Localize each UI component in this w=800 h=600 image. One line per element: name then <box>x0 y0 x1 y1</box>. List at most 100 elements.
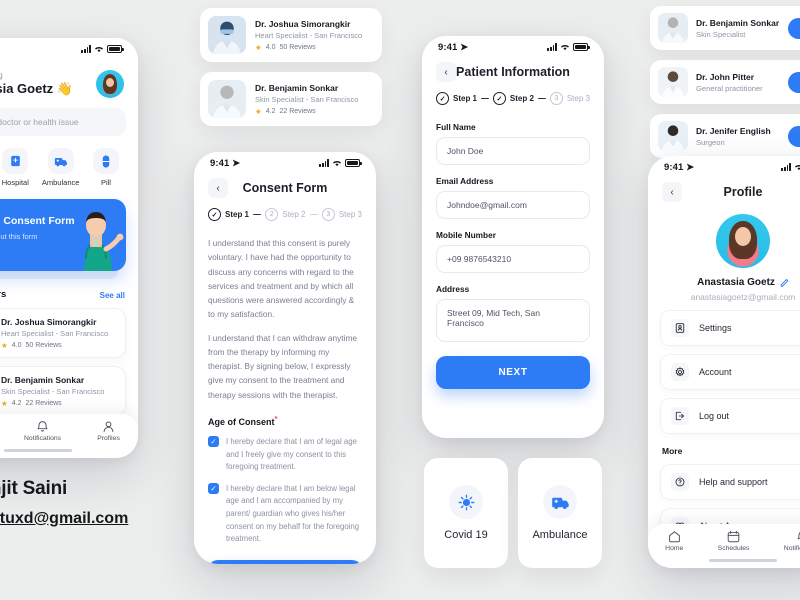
mobile-input[interactable]: +09 9876543210 <box>436 245 590 273</box>
send-button[interactable]: Send <box>788 17 800 39</box>
menu-item-help-support[interactable]: Help and support <box>660 464 800 500</box>
step-1[interactable]: Step 1 <box>208 208 249 221</box>
doctor-specialty: Heart Specialist - San Francisco <box>1 328 109 338</box>
avatar[interactable] <box>96 70 124 98</box>
tab-label: Notifications <box>24 435 62 442</box>
doctor-name: Dr. Benjamin Sonkar <box>696 17 780 28</box>
signal-icon <box>81 45 91 53</box>
step-3[interactable]: 3 Step 3 <box>549 92 590 105</box>
profile-avatar[interactable] <box>716 214 770 268</box>
field-label-address: Address <box>436 284 470 294</box>
stepper: Step 1 2 Step 2 3 Step 3 <box>194 198 376 227</box>
designer-credit: Ranjit Saini ranjituxd@gmail.com <box>0 478 128 528</box>
ambulance-icon <box>543 485 577 519</box>
step-label: Step 1 <box>453 94 478 103</box>
review-count: 22 Reviews <box>25 399 62 407</box>
more-section-label: More <box>662 446 683 456</box>
menu-label: Settings <box>699 323 732 333</box>
tab-home[interactable]: Home <box>665 530 683 552</box>
consent-checkbox-row[interactable]: ✓ I hereby declare that I am below legal… <box>194 482 376 546</box>
status-time: 9:41 ➤ <box>664 161 695 173</box>
status-icons <box>319 159 362 167</box>
menu-item-logout[interactable]: Log out <box>660 398 800 434</box>
field-label-email: Email Address <box>436 176 494 186</box>
tab-profiles[interactable]: Profiles <box>97 420 120 442</box>
home-indicator <box>709 559 777 562</box>
home-header: Good morning Anastasia Goetz 👋 <box>0 60 138 98</box>
step-1[interactable]: Step 1 <box>436 92 477 105</box>
service-card-covid[interactable]: Covid 19 <box>424 458 508 568</box>
status-time: 9:41 ➤ <box>210 157 241 169</box>
doctor-card[interactable]: Dr. Joshua Simorangkir Heart Specialist … <box>200 8 382 62</box>
checkbox-below-legal-age[interactable]: ✓ <box>208 482 219 494</box>
send-button[interactable]: Send <box>788 71 800 93</box>
quick-actions: Covid 19 Hospital Ambulance Pill <box>0 136 138 187</box>
greeting-name: Anastasia Goetz 👋 <box>0 81 73 96</box>
step-2[interactable]: 2 Step 2 <box>265 208 306 221</box>
doctor-name: Dr. Joshua Simorangkir <box>1 316 97 327</box>
screenshot-canvas: 9:41 ➤ Good morning Anastasia Goetz 👋 Se… <box>0 0 800 600</box>
signal-icon <box>319 159 329 167</box>
tab-notifications[interactable]: Notifications <box>784 530 800 552</box>
consent-banner[interactable]: Medical Consent Form Please fill out thi… <box>0 199 126 271</box>
doctor-name: Dr. Benjamin Sonkar <box>255 82 339 93</box>
consent-checkbox-row[interactable]: ✓ I hereby declare that I am of legal ag… <box>194 435 376 474</box>
doctor-card[interactable]: Dr. Benjamin Sonkar Skin Specialist - Sa… <box>200 72 382 126</box>
full-name-input[interactable]: John Doe <box>436 137 590 165</box>
bell-icon <box>37 421 48 432</box>
ambulance-icon <box>47 148 74 174</box>
designer-email: ranjituxd@gmail.com <box>0 510 129 527</box>
doctor-card[interactable]: Dr. John Pitter General practitioner Sen… <box>650 60 800 104</box>
step-connector <box>309 213 318 216</box>
step-check-icon <box>436 92 449 105</box>
step-connector <box>481 97 489 100</box>
nav-bar: ‹ Consent Form <box>194 174 376 198</box>
next-button[interactable]: NEXT <box>436 356 590 389</box>
field-label-mobile: Mobile Number <box>436 230 496 240</box>
stepper: Step 1 Step 2 3 Step 3 <box>422 82 604 111</box>
wifi-icon <box>795 164 800 171</box>
rating-value: 4.2 <box>11 399 22 407</box>
doctor-card[interactable]: Dr. Benjamin Sonkar Skin Specialist Send <box>650 6 800 50</box>
step-label: Step 3 <box>338 210 362 219</box>
doctor-specialty: Skin Specialist - San Francisco <box>1 386 105 396</box>
tab-schedules[interactable]: Schedules <box>718 530 749 552</box>
next-button[interactable]: NEXT <box>208 559 362 564</box>
quick-action-pill[interactable]: Pill <box>86 148 126 187</box>
person-icon <box>103 421 114 433</box>
tab-label: Profiles <box>97 435 120 442</box>
doctor-specialty: Skin Specialist - San Francisco <box>255 94 359 104</box>
see-all-link[interactable]: See all <box>100 291 125 300</box>
step-3[interactable]: 3 Step 3 <box>321 208 362 221</box>
step-2[interactable]: Step 2 <box>492 92 534 105</box>
checkbox-label: I hereby declare that I am of legal age … <box>226 436 357 472</box>
search-input[interactable]: Search a doctor or health issue <box>0 108 126 136</box>
doctor-card[interactable]: Dr. Jenifer English Surgeon Send <box>650 114 800 158</box>
doctor-card[interactable]: Dr. Benjamin Sonkar Skin Specialist - Sa… <box>0 366 126 416</box>
menu-item-account[interactable]: Account <box>660 354 800 390</box>
quick-action-hospital[interactable]: Hospital <box>0 148 35 187</box>
email-input[interactable]: Johndoe@gmail.com <box>436 191 590 219</box>
menu-item-settings[interactable]: Settings <box>660 310 800 346</box>
step-label: Step 2 <box>509 94 534 103</box>
send-button[interactable]: Send <box>788 125 800 147</box>
doctor-list-floating: Dr. Joshua Simorangkir Heart Specialist … <box>200 8 382 136</box>
profile-name: Anastasia Goetz <box>697 277 775 288</box>
doctor-rating: ★ 4.0 50 Reviews <box>1 341 108 350</box>
address-input[interactable]: Street 09, Mid Tech, San Francisco <box>436 299 590 342</box>
doctor-name: Dr. Benjamin Sonkar <box>1 374 85 385</box>
nav-bar: ‹ Profile <box>648 178 800 202</box>
step-label: Step 1 <box>225 210 250 219</box>
doctor-specialty: Skin Specialist <box>696 29 746 39</box>
checkbox-legal-age[interactable]: ✓ <box>208 435 219 447</box>
calendar-icon <box>727 530 740 543</box>
service-card-ambulance[interactable]: Ambulance <box>518 458 602 568</box>
bell-icon <box>797 531 800 540</box>
quick-action-ambulance[interactable]: Ambulance <box>41 148 81 187</box>
quick-action-label: Pill <box>100 178 111 187</box>
doctor-card[interactable]: Dr. Joshua Simorangkir Heart Specialist … <box>0 308 126 358</box>
tab-notifications[interactable]: Notifications <box>24 420 61 442</box>
signal-icon <box>781 163 791 171</box>
rating-value: 4.0 <box>11 341 22 349</box>
rating-value: 4.2 <box>265 107 276 115</box>
